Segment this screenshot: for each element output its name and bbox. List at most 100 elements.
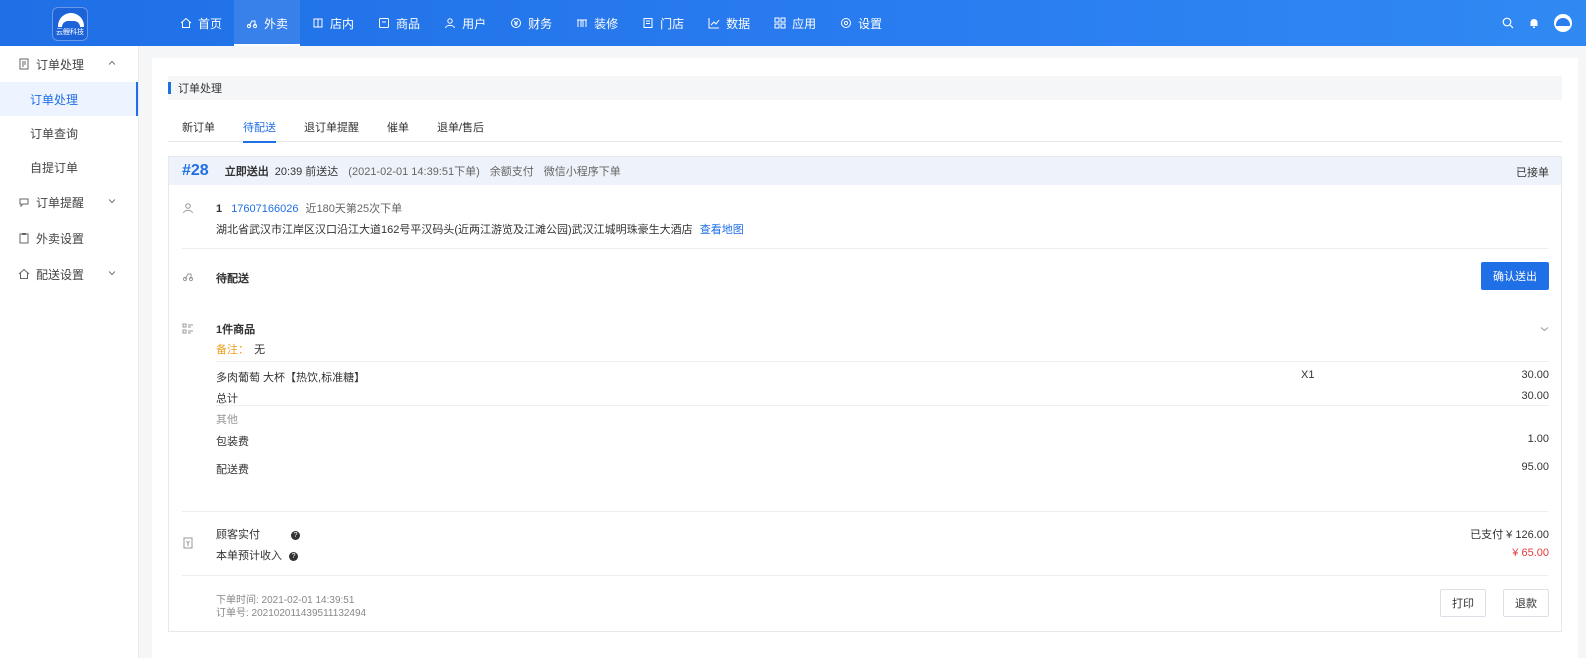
nav-home-label: 首页	[198, 16, 223, 31]
goods-amount: 30.00	[1521, 369, 1549, 381]
order-status-badge: 已接单	[1516, 167, 1549, 179]
customer-phone[interactable]: 17607166026	[231, 203, 298, 215]
tab-new-orders[interactable]: 新订单	[168, 118, 229, 142]
page-title: 订单处理	[168, 76, 1562, 100]
sidebar-item-self-pickup[interactable]: 自提订单	[0, 150, 138, 184]
top-navbar: 云鲤科技 首页 外卖 店内 商品 用户 财务 装修 门店 数据 应用 设置	[0, 0, 1586, 46]
store-inside-icon	[313, 18, 323, 28]
delivery-status: 待配送	[216, 273, 249, 285]
subtotal-row: 总计 30.00	[216, 390, 1549, 405]
reminder-icon	[19, 198, 29, 208]
goods-count: 1件商品	[216, 324, 256, 336]
sidebar-group-label: 配送设置	[36, 267, 85, 282]
delivery-fee-label: 配送费	[216, 464, 249, 476]
other-label: 其他	[216, 414, 238, 426]
divider	[182, 575, 1548, 576]
nav-finance-label: 财务	[528, 16, 553, 31]
estimated-income-label: 本单预计收入	[216, 550, 282, 562]
nav-apps[interactable]: 应用	[762, 0, 828, 46]
chevron-down-icon	[108, 271, 116, 276]
divider	[216, 405, 1549, 406]
nav-goods[interactable]: 商品	[366, 0, 432, 46]
search-icon[interactable]	[1502, 17, 1514, 29]
refund-button[interactable]: 退款	[1503, 589, 1549, 617]
tab-pending-delivery[interactable]: 待配送	[229, 118, 290, 143]
customer-index: 1	[216, 203, 223, 215]
packing-fee-row: 包装费 1.00	[216, 433, 1549, 448]
sidebar-group-order-reminder[interactable]: 订单提醒	[0, 184, 138, 220]
main-nav: 首页 外卖 店内 商品 用户 财务 装修 门店 数据 应用 设置	[168, 0, 894, 46]
top-right-tools	[1502, 0, 1572, 46]
nav-settings-label: 设置	[858, 16, 883, 31]
nav-settings[interactable]: 设置	[828, 0, 894, 46]
customer-paid-amount: 已支付 ¥ 126.00	[1470, 529, 1549, 541]
goods-qty: X1	[1301, 369, 1315, 381]
nav-takeout-label: 外卖	[264, 16, 289, 31]
chevron-down-icon[interactable]	[1540, 325, 1549, 333]
delivery-bike-icon	[182, 273, 194, 282]
subtotal-label: 总计	[216, 393, 238, 405]
delivery-fee-amount: 95.00	[1521, 461, 1549, 473]
apps-icon	[774, 17, 786, 29]
chevron-up-icon	[108, 60, 116, 65]
receipt-icon	[183, 537, 193, 549]
order-number: #28	[182, 162, 209, 179]
sidebar-group-label: 外卖设置	[36, 231, 85, 246]
nav-shop-label: 门店	[660, 16, 685, 31]
help-icon[interactable]: ?	[291, 530, 301, 540]
order-channel: 微信小程序下单	[543, 166, 621, 178]
help-icon[interactable]: ?	[289, 551, 299, 561]
divider	[216, 361, 1549, 362]
payment-method: 余额支付	[489, 166, 534, 178]
nav-home[interactable]: 首页	[168, 0, 234, 46]
main-content: 订单处理 新订单 待配送 退订单提醒 催单 退单/售后 #28 立即送出 20:…	[152, 58, 1578, 658]
takeout-icon	[246, 20, 258, 29]
order-card-header: #28 立即送出 20:39 前送达 (2021-02-01 14:39:51下…	[169, 157, 1561, 185]
tab-cancel-reminder[interactable]: 退订单提醒	[290, 118, 373, 142]
delivery-type: 立即送出	[224, 166, 269, 178]
sidebar-item-label: 订单查询	[30, 126, 79, 141]
sidebar-group-order-process[interactable]: 订单处理	[0, 46, 138, 82]
nav-decoration[interactable]: 装修	[564, 0, 630, 46]
nav-user-label: 用户	[462, 16, 487, 31]
deliver-time: 20:39 前送达	[274, 166, 339, 178]
nav-data[interactable]: 数据	[696, 0, 762, 46]
order-serial: 订单号: 202102011439511132494	[216, 608, 367, 619]
nav-finance[interactable]: 财务	[498, 0, 564, 46]
subtotal-amount: 30.00	[1521, 390, 1549, 402]
sidebar-group-takeout-settings[interactable]: 外卖设置	[0, 220, 138, 256]
sidebar: 订单处理 订单处理 订单查询 自提订单 订单提醒 外卖设置 配送设置	[0, 46, 139, 658]
remark-label: 备注：	[216, 344, 249, 356]
sidebar-group-label: 订单处理	[36, 57, 85, 72]
settings-icon	[841, 18, 852, 28]
customer-address: 湖北省武汉市江岸区汉口沿江大道162号平汉码头(近两江游览及江滩公园)武汉江城明…	[216, 224, 693, 236]
brand-logo-text: 云鲤科技	[56, 29, 84, 36]
divider	[182, 511, 1548, 512]
sidebar-group-delivery-settings[interactable]: 配送设置	[0, 256, 138, 292]
nav-takeout[interactable]: 外卖	[234, 0, 301, 46]
print-button[interactable]: 打印	[1440, 589, 1486, 617]
bell-icon[interactable]	[1528, 17, 1540, 29]
nav-user[interactable]: 用户	[432, 0, 498, 46]
nav-decoration-label: 装修	[594, 16, 619, 31]
nav-shop[interactable]: 门店	[630, 0, 696, 46]
order-card: #28 立即送出 20:39 前送达 (2021-02-01 14:39:51下…	[168, 156, 1562, 632]
document-icon	[19, 58, 29, 70]
nav-store-inside[interactable]: 店内	[300, 0, 366, 46]
sidebar-group-label: 订单提醒	[36, 195, 85, 210]
tab-urge[interactable]: 催单	[373, 118, 423, 142]
sidebar-item-order-query[interactable]: 订单查询	[0, 116, 138, 150]
person-icon	[183, 203, 193, 214]
tab-refund-aftersale[interactable]: 退单/售后	[423, 118, 498, 142]
customer-paid-row: 顾客实付 ? 已支付 ¥ 126.00	[216, 526, 1549, 541]
view-map-link[interactable]: 查看地图	[700, 224, 744, 236]
avatar[interactable]	[1554, 14, 1572, 32]
confirm-send-button[interactable]: 确认送出	[1481, 262, 1549, 290]
goods-icon	[379, 18, 390, 28]
nav-apps-label: 应用	[792, 16, 817, 31]
brand-logo[interactable]: 云鲤科技	[52, 7, 88, 41]
delivery-fee-row: 配送费 95.00	[216, 461, 1549, 476]
sidebar-item-order-process[interactable]: 订单处理	[0, 82, 138, 116]
decoration-icon	[577, 19, 588, 27]
order-remark: 备注： 无	[216, 341, 265, 357]
